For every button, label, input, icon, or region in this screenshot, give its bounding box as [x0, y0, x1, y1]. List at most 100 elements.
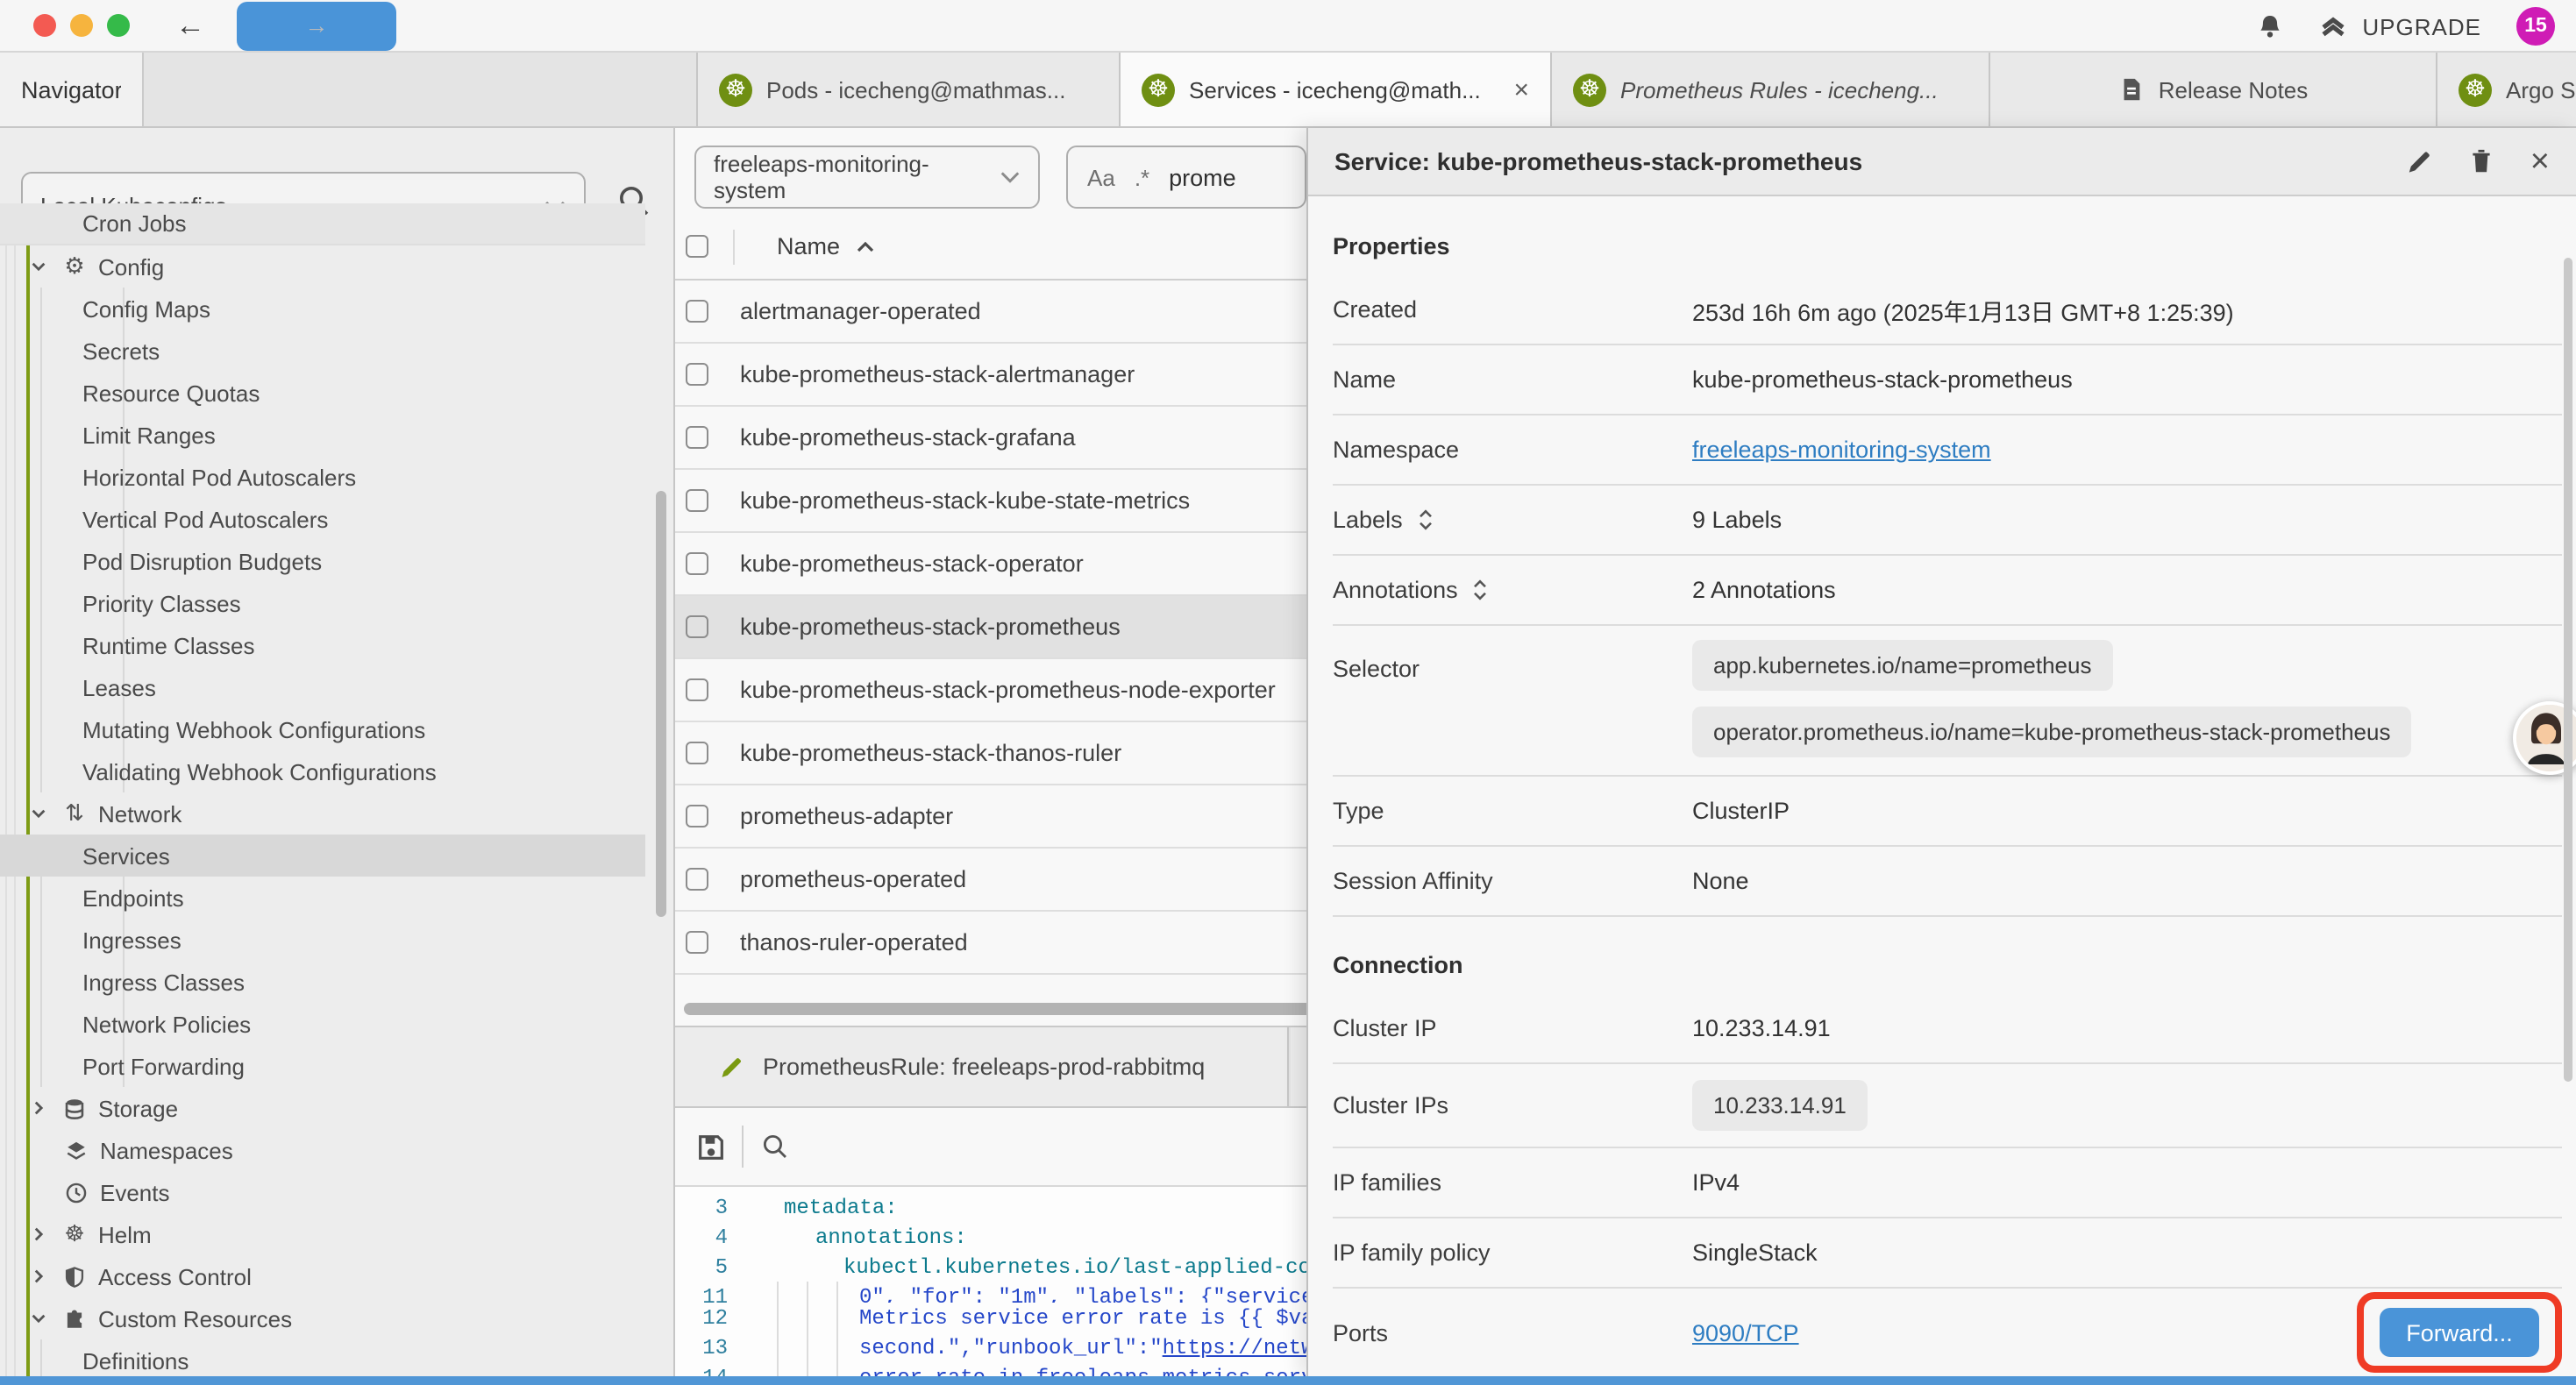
row-checkbox[interactable]	[686, 363, 708, 386]
table-row[interactable]: kube-prometheus-stack-thanos-ruler	[675, 722, 1324, 785]
match-case-toggle[interactable]: Aa	[1087, 164, 1115, 190]
table-row[interactable]: thanos-ruler-operated	[675, 912, 1324, 975]
row-checkbox[interactable]	[686, 552, 708, 575]
row-checkbox[interactable]	[686, 426, 708, 449]
table-row[interactable]: prometheus-operated	[675, 849, 1324, 912]
sort-ascending-icon[interactable]	[856, 239, 875, 253]
chevron-down-icon	[1000, 170, 1021, 184]
sidebar-group-access-control[interactable]: Access Control	[0, 1255, 645, 1297]
row-checkbox[interactable]	[686, 742, 708, 764]
tab-release-notes[interactable]: Release Notes	[1990, 53, 2437, 126]
table-row[interactable]: kube-prometheus-stack-grafana	[675, 407, 1324, 470]
table-row[interactable]: alertmanager-operated	[675, 281, 1324, 344]
sidebar-item-definitions[interactable]: Definitions	[0, 1339, 645, 1376]
chevron-down-icon[interactable]	[26, 258, 49, 275]
row-checkbox[interactable]	[686, 300, 708, 323]
tab-pods[interactable]: ☸ Pods - icecheng@mathmas...	[696, 53, 1121, 126]
expand-collapse-icon[interactable]	[1417, 507, 1434, 533]
sidebar-item-validating-webhook-configurations[interactable]: Validating Webhook Configurations	[0, 750, 645, 792]
namespace-selector[interactable]: freeleaps-monitoring-system	[694, 146, 1040, 209]
tab-prometheus-rules[interactable]: ☸ Prometheus Rules - icecheng...	[1552, 53, 1990, 126]
sidebar-group-network[interactable]: ⇅ Network	[0, 792, 645, 835]
detail-content: Properties Created 253d 16h 6m ago (2025…	[1308, 196, 2576, 1376]
sidebar-item-leases[interactable]: Leases	[0, 666, 645, 708]
upgrade-button[interactable]: UPGRADE	[2318, 12, 2481, 40]
edit-pencil-icon[interactable]	[2406, 148, 2432, 174]
row-checkbox[interactable]	[686, 868, 708, 891]
sidebar-item-config-maps[interactable]: Config Maps	[0, 288, 645, 330]
forward-button[interactable]: Forward...	[2380, 1308, 2539, 1357]
table-row[interactable]: kube-prometheus-stack-kube-state-metrics	[675, 470, 1324, 533]
sidebar-item-vertical-pod-autoscalers[interactable]: Vertical Pod Autoscalers	[0, 498, 645, 540]
table-row-selected[interactable]: kube-prometheus-stack-prometheus	[675, 596, 1324, 659]
table-row[interactable]: kube-prometheus-stack-operator	[675, 533, 1324, 596]
sidebar-item-ingresses[interactable]: Ingresses	[0, 919, 645, 961]
close-window-button[interactable]	[33, 14, 56, 37]
tab-argo[interactable]: ☸ Argo Se	[2437, 53, 2576, 126]
sidebar-item-port-forwarding[interactable]: Port Forwarding	[0, 1045, 645, 1087]
sidebar-scrollbar[interactable]	[656, 491, 666, 917]
row-checkbox[interactable]	[686, 489, 708, 512]
close-panel-icon[interactable]: ×	[2530, 145, 2550, 178]
filter-search-input[interactable]: Aa .* prome	[1066, 146, 1306, 209]
sidebar-item-namespaces[interactable]: Namespaces	[0, 1129, 645, 1171]
selector-chip: app.kubernetes.io/name=prometheus	[1692, 640, 2112, 691]
save-icon[interactable]	[696, 1132, 726, 1161]
sidebar-item-resource-quotas[interactable]: Resource Quotas	[0, 372, 645, 414]
chevron-down-icon[interactable]	[26, 1310, 49, 1327]
row-checkbox[interactable]	[686, 615, 708, 638]
sidebar-item-events[interactable]: Events	[0, 1171, 645, 1213]
sidebar-item-network-policies[interactable]: Network Policies	[0, 1003, 645, 1045]
tab-services[interactable]: ☸ Services - icecheng@math... ×	[1121, 53, 1552, 126]
editor-tab-prometheusrule[interactable]: PrometheusRule: freeleaps-prod-rabbitmq	[675, 1027, 1289, 1106]
sidebar-item-endpoints[interactable]: Endpoints	[0, 877, 645, 919]
sidebar-item-pod-disruption-budgets[interactable]: Pod Disruption Budgets	[0, 540, 645, 582]
maximize-window-button[interactable]	[107, 14, 130, 37]
table-row[interactable]: kube-prometheus-stack-prometheus-node-ex…	[675, 659, 1324, 722]
back-arrow-icon[interactable]: ←	[175, 8, 205, 43]
sidebar-group-custom-resources[interactable]: Custom Resources	[0, 1297, 645, 1339]
sidebar-item-horizontal-pod-autoscalers[interactable]: Horizontal Pod Autoscalers	[0, 456, 645, 498]
sidebar-item-secrets[interactable]: Secrets	[0, 330, 645, 372]
url-link[interactable]: https://netw	[1163, 1335, 1314, 1360]
sidebar-group-helm[interactable]: ☸ Helm	[0, 1213, 645, 1255]
forward-arrow-icon[interactable]: →	[237, 1, 396, 50]
sidebar-item-cron-jobs[interactable]: Cron Jobs	[0, 203, 645, 245]
sidebar-group-storage[interactable]: Storage	[0, 1087, 645, 1129]
close-tab-icon[interactable]: ×	[1513, 75, 1529, 104]
chevron-right-icon[interactable]	[26, 1225, 49, 1243]
row-checkbox[interactable]	[686, 805, 708, 827]
regex-toggle[interactable]: .*	[1135, 164, 1149, 190]
code-line: error rate in freeleaps metrics serv	[859, 1365, 1314, 1376]
minimize-window-button[interactable]	[70, 14, 93, 37]
row-checkbox[interactable]	[686, 931, 708, 954]
tab-navigator[interactable]: Navigator	[0, 53, 144, 126]
chevron-right-icon[interactable]	[26, 1268, 49, 1285]
select-all-checkbox[interactable]	[686, 235, 708, 258]
detail-scrollbar[interactable]	[2564, 258, 2572, 1082]
port-link-9090[interactable]: 9090/TCP	[1692, 1319, 1799, 1346]
gear-icon: ⚙	[61, 252, 88, 281]
table-row[interactable]: kube-prometheus-stack-alertmanager	[675, 344, 1324, 407]
row-checkbox[interactable]	[686, 678, 708, 701]
sidebar-item-ingress-classes[interactable]: Ingress Classes	[0, 961, 645, 1003]
sidebar-group-config[interactable]: ⚙ Config	[0, 245, 645, 288]
sidebar-item-runtime-classes[interactable]: Runtime Classes	[0, 624, 645, 666]
name-column-header[interactable]: Name	[777, 233, 840, 259]
notification-badge[interactable]: 15	[2516, 7, 2555, 46]
bell-icon[interactable]	[2257, 12, 2283, 40]
sidebar-item-mutating-webhook-configurations[interactable]: Mutating Webhook Configurations	[0, 708, 645, 750]
chevron-down-icon[interactable]	[26, 805, 49, 822]
sidebar-item-limit-ranges[interactable]: Limit Ranges	[0, 414, 645, 456]
sidebar-item-services[interactable]: Services	[0, 835, 645, 877]
editor-search-icon[interactable]	[761, 1133, 789, 1161]
chevron-right-icon[interactable]	[26, 1099, 49, 1117]
trash-icon[interactable]	[2469, 147, 2494, 175]
sidebar-item-priority-classes[interactable]: Priority Classes	[0, 582, 645, 624]
table-row[interactable]: prometheus-adapter	[675, 785, 1324, 849]
namespace-link[interactable]: freeleaps-monitoring-system	[1692, 437, 1991, 463]
horizontal-scrollbar[interactable]	[684, 1003, 1319, 1015]
updown-arrows-icon: ⇅	[61, 799, 88, 827]
expand-collapse-icon[interactable]	[1472, 577, 1490, 603]
tab-prometheus-rules-label: Prometheus Rules - icecheng...	[1620, 76, 1939, 103]
